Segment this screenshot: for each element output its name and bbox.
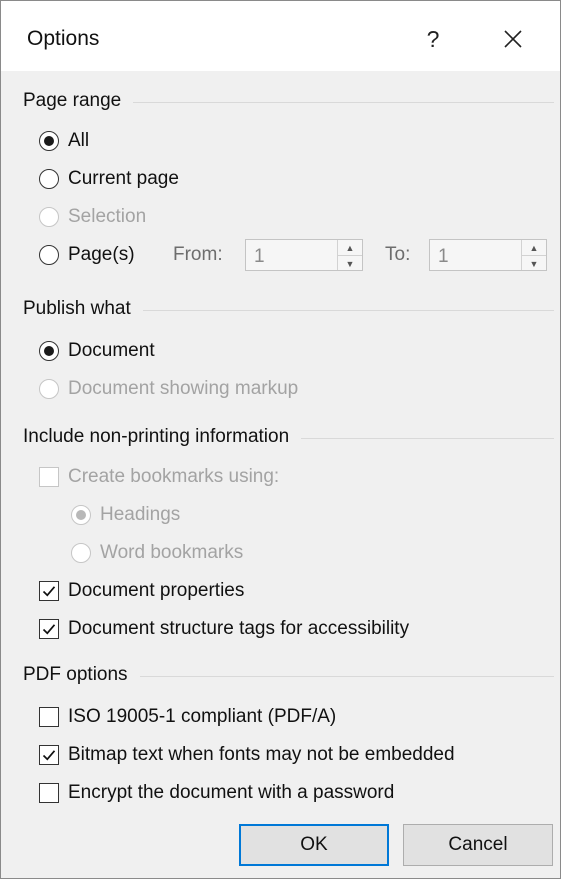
dialog-title: Options [27,27,100,50]
from-spinner[interactable]: 1 ▲ ▼ [245,239,363,271]
radio-headings-indicator [71,505,91,525]
checkbox-structure-tags-label: Document structure tags for accessibilit… [68,618,410,639]
to-value: 1 [438,246,449,267]
checkbox-document-properties[interactable]: Document properties [39,577,244,605]
checkmark-icon [42,750,56,761]
checkbox-encrypt[interactable]: Encrypt the document with a password [39,779,394,807]
page-range-inputs: From: 1 ▲ ▼ To: 1 ▲ ▼ [1,239,560,275]
radio-document-markup: Document showing markup [39,375,298,403]
radio-current-page-label: Current page [68,168,179,189]
checkbox-iso-compliant-box[interactable] [39,707,59,727]
checkbox-iso-compliant-label: ISO 19005-1 compliant (PDF/A) [68,706,337,727]
from-up-icon[interactable]: ▲ [338,240,362,256]
to-spinner-arrows[interactable]: ▲ ▼ [521,240,546,270]
pdf-options-divider [139,675,554,677]
checkbox-bitmap-text[interactable]: Bitmap text when fonts may not be embedd… [39,741,455,769]
to-down-icon[interactable]: ▼ [522,256,546,271]
radio-all[interactable]: All [39,127,89,155]
radio-current-page-indicator[interactable] [39,169,59,189]
checkbox-iso-compliant[interactable]: ISO 19005-1 compliant (PDF/A) [39,703,336,731]
radio-document-markup-label: Document showing markup [68,378,299,399]
checkmark-icon [42,624,56,635]
from-label: From: [173,244,223,265]
page-range-divider [133,101,554,103]
radio-document-indicator[interactable] [39,341,59,361]
page-range-header: Page range [23,89,554,113]
checkbox-bitmap-text-box[interactable] [39,745,59,765]
cancel-button[interactable]: Cancel [403,824,553,866]
ok-button[interactable]: OK [239,824,389,866]
radio-document-label: Document [68,340,155,361]
radio-all-label: All [68,130,90,151]
non-printing-label: Include non-printing information [23,426,290,447]
publish-what-divider [142,309,554,311]
checkbox-structure-tags[interactable]: Document structure tags for accessibilit… [39,615,409,643]
radio-word-bookmarks: Word bookmarks [71,539,243,567]
close-button[interactable] [491,19,535,59]
publish-what-header: Publish what [23,297,554,321]
from-spinner-arrows[interactable]: ▲ ▼ [337,240,362,270]
radio-selection-indicator [39,207,59,227]
from-down-icon[interactable]: ▼ [338,256,362,271]
checkbox-encrypt-box[interactable] [39,783,59,803]
checkbox-document-properties-label: Document properties [68,580,245,601]
from-value: 1 [254,246,265,267]
pdf-options-header: PDF options [23,663,554,687]
checkbox-create-bookmarks: Create bookmarks using: [39,463,279,491]
close-icon [504,30,522,48]
radio-word-bookmarks-label: Word bookmarks [100,542,244,563]
options-dialog: Options ? Page range All Current page Se… [0,0,561,879]
checkbox-bitmap-text-label: Bitmap text when fonts may not be embedd… [68,744,455,765]
radio-headings-label: Headings [100,504,181,525]
publish-what-label: Publish what [23,298,131,319]
checkbox-structure-tags-box[interactable] [39,619,59,639]
radio-word-bookmarks-indicator [71,543,91,563]
help-button[interactable]: ? [413,19,453,59]
radio-all-indicator[interactable] [39,131,59,151]
non-printing-divider [301,437,554,439]
checkbox-document-properties-box[interactable] [39,581,59,601]
checkmark-icon [42,586,56,597]
title-bar: Options ? [1,1,560,71]
checkbox-create-bookmarks-box [39,467,59,487]
radio-document-markup-indicator [39,379,59,399]
page-range-label: Page range [23,90,122,111]
radio-selection: Selection [39,203,146,231]
pdf-options-label: PDF options [23,664,128,685]
checkbox-encrypt-label: Encrypt the document with a password [68,782,395,803]
to-spinner[interactable]: 1 ▲ ▼ [429,239,547,271]
to-label: To: [385,244,411,265]
to-up-icon[interactable]: ▲ [522,240,546,256]
non-printing-header: Include non-printing information [23,425,554,449]
radio-current-page[interactable]: Current page [39,165,179,193]
radio-headings: Headings [71,501,180,529]
checkbox-create-bookmarks-label: Create bookmarks using: [68,466,280,487]
radio-document[interactable]: Document [39,337,155,365]
radio-selection-label: Selection [68,206,147,227]
